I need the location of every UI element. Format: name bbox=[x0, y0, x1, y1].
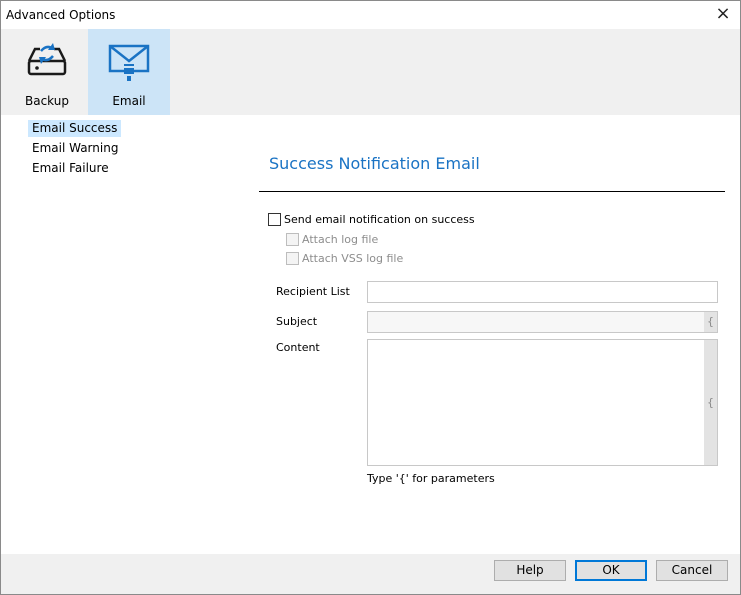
toolbar-item-label: Backup bbox=[25, 94, 69, 108]
backup-drive-icon bbox=[27, 43, 67, 76]
toolbar-item-label: Email bbox=[112, 94, 146, 108]
sidebar-item-email-success[interactable]: Email Success bbox=[28, 120, 122, 137]
section-divider bbox=[259, 191, 725, 192]
subject-parameter-button[interactable]: { bbox=[704, 312, 717, 332]
help-button[interactable]: Help bbox=[494, 560, 566, 581]
advanced-options-dialog: Advanced Options × Backup Email Email Su… bbox=[0, 0, 741, 595]
category-toolbar: Backup Email bbox=[1, 29, 740, 115]
attach-log-label: Attach log file bbox=[302, 233, 379, 246]
attach-log-checkbox[interactable] bbox=[286, 233, 299, 246]
dialog-footer: Help OK Cancel bbox=[1, 554, 740, 594]
cancel-button[interactable]: Cancel bbox=[656, 560, 728, 581]
subject-input[interactable] bbox=[367, 311, 718, 333]
toolbar-item-backup[interactable]: Backup bbox=[6, 29, 88, 115]
recipient-list-input[interactable] bbox=[367, 281, 718, 303]
section-title: Success Notification Email bbox=[269, 154, 480, 173]
subject-label: Subject bbox=[276, 315, 318, 328]
toolbar-item-email[interactable]: Email bbox=[88, 29, 170, 115]
envelope-icon bbox=[108, 44, 150, 81]
title-bar: Advanced Options × bbox=[1, 1, 740, 29]
send-on-success-label[interactable]: Send email notification on success bbox=[284, 213, 475, 226]
ok-button[interactable]: OK bbox=[575, 560, 647, 581]
sidebar-item-email-failure[interactable]: Email Failure bbox=[28, 160, 113, 177]
close-icon[interactable]: × bbox=[714, 5, 732, 23]
send-on-success-checkbox[interactable] bbox=[268, 213, 281, 226]
content-label: Content bbox=[276, 341, 320, 354]
attach-vss-log-checkbox[interactable] bbox=[286, 252, 299, 265]
sidebar-item-email-warning[interactable]: Email Warning bbox=[28, 140, 122, 157]
content-parameter-button[interactable]: { bbox=[704, 340, 717, 465]
window-title: Advanced Options bbox=[6, 8, 116, 22]
recipient-list-label: Recipient List bbox=[276, 285, 350, 298]
parameter-hint: Type '{' for parameters bbox=[367, 472, 495, 485]
attach-vss-log-label: Attach VSS log file bbox=[302, 252, 404, 265]
content-textarea[interactable] bbox=[367, 339, 718, 466]
